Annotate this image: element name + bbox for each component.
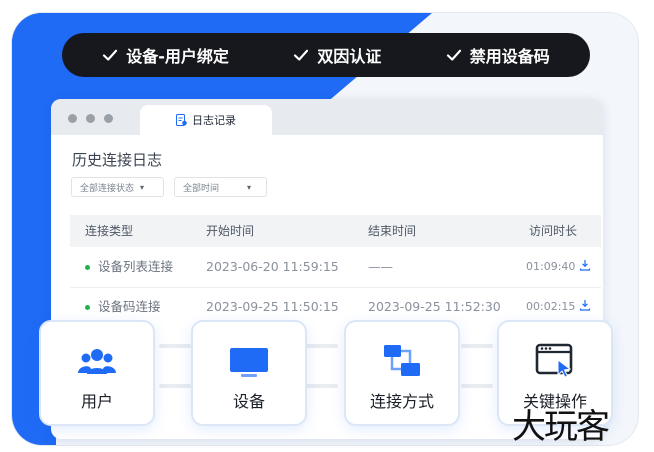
feature-label: 设备-用户绑定 <box>126 47 229 66</box>
window-control-dot[interactable] <box>104 114 113 123</box>
document-icon <box>176 114 187 126</box>
duration-cell: 01:09:40 <box>526 260 576 273</box>
status-filter-value: 全部连接状态 <box>80 183 135 194</box>
tab-label: 日志记录 <box>192 114 236 127</box>
placeholder-line <box>461 384 493 388</box>
download-icon[interactable] <box>579 299 591 311</box>
cursor-window-icon <box>535 343 573 378</box>
feature-label: 双因认证 <box>317 47 382 66</box>
check-icon <box>294 49 309 61</box>
placeholder-line <box>461 344 493 348</box>
window-control-dot[interactable] <box>86 114 95 123</box>
table-row[interactable]: 设备列表连接 2023-06-20 11:59:15 —— 01:09:40 <box>70 247 601 287</box>
placeholder-line <box>159 384 191 388</box>
feature-item: 禁用设备码 <box>446 43 550 67</box>
card-label: 设备 <box>232 392 265 411</box>
start-time-cell: 2023-06-20 11:59:15 <box>206 259 339 274</box>
card-label: 连接方式 <box>369 392 434 411</box>
feature-item: 双因认证 <box>293 43 381 67</box>
time-filter-value: 全部时间 <box>183 183 220 194</box>
feature-label: 禁用设备码 <box>469 47 550 66</box>
status-dot <box>85 265 90 270</box>
monitor-icon <box>230 348 268 377</box>
card-connection-methods[interactable]: 连接方式 <box>344 320 460 426</box>
connection-type-cell: 设备列表连接 <box>85 247 173 287</box>
feature-item: 设备-用户绑定 <box>102 43 229 67</box>
download-icon[interactable] <box>579 259 591 271</box>
column-header: 开始时间 <box>206 224 255 238</box>
card-label: 用户 <box>80 392 113 411</box>
page-title: 历史连接日志 <box>72 151 163 169</box>
window-control-dot[interactable] <box>68 114 77 123</box>
table-header: 连接类型 开始时间 结束时间 访问时长 <box>70 215 601 247</box>
column-header: 结束时间 <box>368 224 417 238</box>
card-users[interactable]: 用户 <box>39 320 155 426</box>
end-time-cell: —— <box>368 259 393 274</box>
status-dot <box>85 305 90 310</box>
feature-pill: 设备-用户绑定 双因认证 禁用设备码 <box>62 33 590 77</box>
users-icon <box>78 349 116 374</box>
check-icon <box>103 49 118 61</box>
status-filter-select[interactable]: 全部连接状态 ▾ <box>71 177 164 197</box>
tab-log-records[interactable]: 日志记录 <box>140 105 272 135</box>
time-filter-select[interactable]: 全部时间 ▾ <box>174 177 267 197</box>
column-header: 访问时长 <box>529 224 578 238</box>
chevron-down-icon: ▾ <box>247 182 252 192</box>
chevron-down-icon: ▾ <box>140 182 145 192</box>
network-icon <box>384 345 420 376</box>
column-header: 连接类型 <box>85 224 134 238</box>
check-icon <box>446 49 461 61</box>
window-titlebar: 日志记录 <box>51 99 603 135</box>
placeholder-line <box>306 344 338 348</box>
placeholder-line <box>159 344 191 348</box>
card-devices[interactable]: 设备 <box>191 320 307 426</box>
watermark-logo: 大玩客 <box>512 407 610 447</box>
placeholder-line <box>306 384 338 388</box>
